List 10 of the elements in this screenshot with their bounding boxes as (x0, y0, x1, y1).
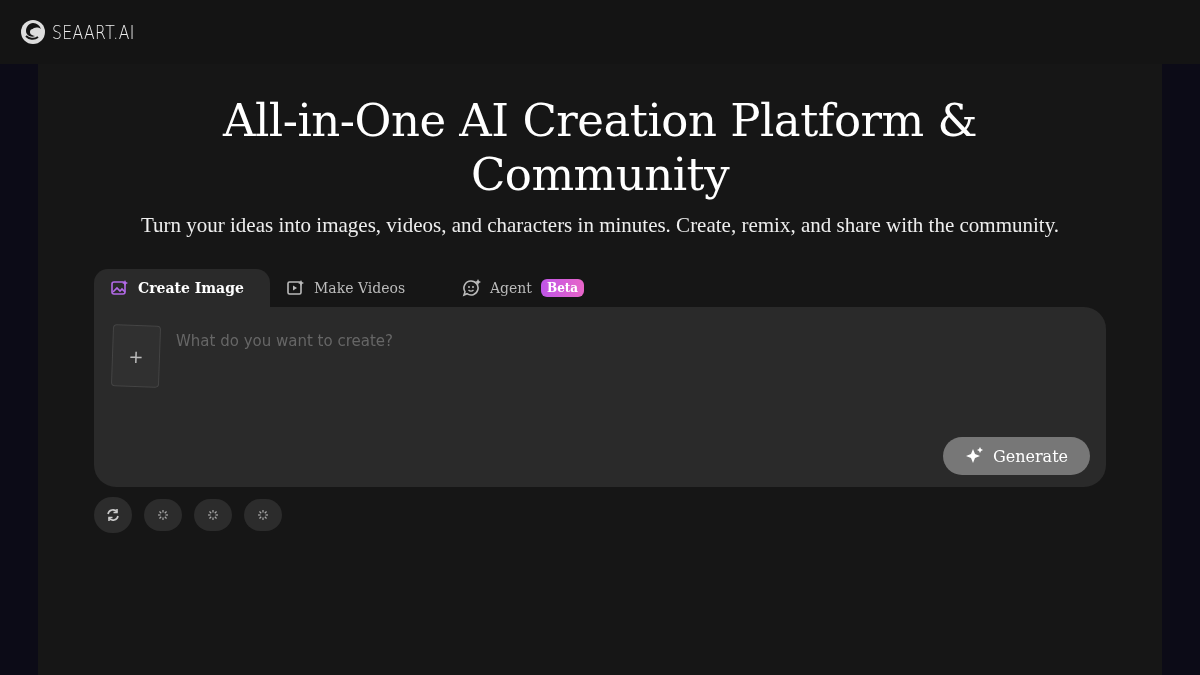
prompt-field[interactable]: What do you want to create? (176, 325, 1088, 357)
logo-text[interactable]: SEAART.AI (52, 21, 135, 43)
beta-badge: Beta (541, 279, 585, 297)
hero-subtitle: Turn your ideas into images, videos, and characters in minutes. Create, remix, and share with the community. (139, 214, 1061, 237)
hero-title: All-in-One AI Creation Platform & Community (221, 94, 979, 202)
mode-tab[interactable]: Agent Beta (446, 269, 622, 307)
add-image-button[interactable]: + (110, 324, 162, 388)
mode-tab[interactable]: Create Image (94, 269, 270, 307)
generate-button[interactable]: Generate (943, 437, 1090, 475)
mode-tab[interactable]: Make Videos (270, 269, 446, 307)
